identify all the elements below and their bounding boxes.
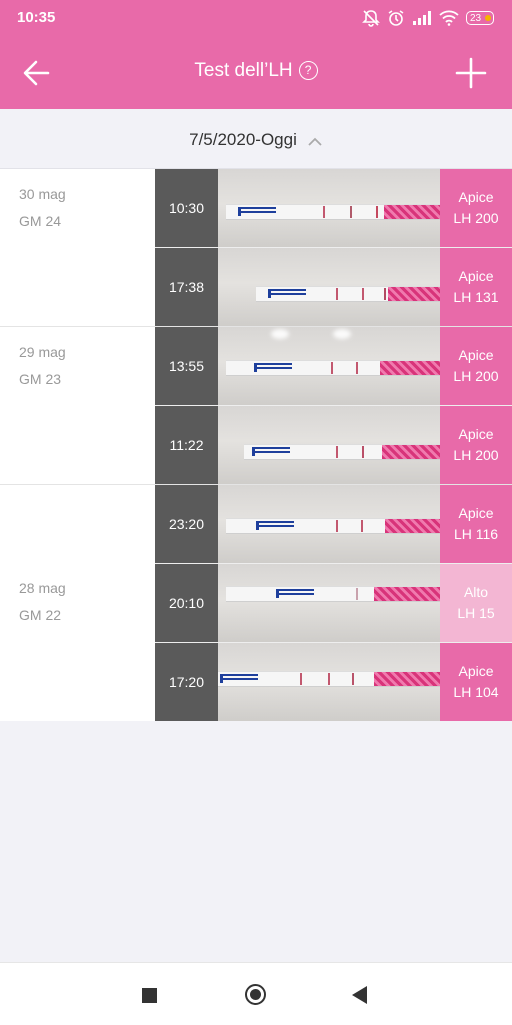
test-result: Apice LH 200 xyxy=(440,169,512,247)
wifi-icon xyxy=(439,10,459,26)
battery-icon: 23 xyxy=(466,11,494,25)
test-row[interactable]: 17:38 Apice LH 131 xyxy=(155,248,512,326)
test-row[interactable]: 20:10 Alto LH 15 xyxy=(155,564,512,643)
test-time: 17:38 xyxy=(155,248,218,326)
result-level: Alto xyxy=(463,584,489,600)
day-group: 29 mag GM 23 13:55 Apice LH 200 11:22 Ap… xyxy=(0,327,512,485)
test-time: 20:10 xyxy=(155,564,218,642)
home-icon[interactable] xyxy=(245,984,266,1005)
mute-icon xyxy=(362,10,380,27)
date-range-label: 7/5/2020-Oggi xyxy=(189,130,297,149)
test-time: 10:30 xyxy=(155,169,218,247)
test-row[interactable]: 11:22 Apice LH 200 xyxy=(155,406,512,484)
date-range-filter[interactable]: 7/5/2020-Oggi xyxy=(0,109,512,169)
test-strip-photo xyxy=(218,169,440,247)
result-lh: LH 200 xyxy=(453,368,499,384)
test-strip-photo xyxy=(218,485,440,563)
test-strip-photo xyxy=(218,564,440,642)
day-cell: 29 mag GM 23 xyxy=(0,327,155,484)
test-result: Apice LH 104 xyxy=(440,643,512,721)
test-list: 30 mag GM 24 10:30 Apice LH 200 17:38 Ap… xyxy=(0,169,512,721)
day-date: 30 mag xyxy=(19,186,66,202)
result-lh: LH 131 xyxy=(453,289,499,305)
test-row[interactable]: 17:20 Apice LH 104 xyxy=(155,643,512,721)
day-date: 28 mag xyxy=(19,580,66,596)
page-title: Test dell’LH xyxy=(194,60,293,81)
day-cell: 28 mag GM 22 xyxy=(0,485,155,721)
day-gm: GM 22 xyxy=(19,607,62,623)
result-level: Apice xyxy=(458,505,494,521)
day-date: 29 mag xyxy=(19,344,66,360)
page-title-wrap: Test dell’LH? xyxy=(0,60,512,82)
test-result: Apice LH 131 xyxy=(440,248,512,326)
day-gm: GM 23 xyxy=(19,371,62,387)
result-lh: LH 15 xyxy=(457,605,495,621)
result-lh: LH 116 xyxy=(453,526,499,542)
test-strip-photo xyxy=(218,248,440,326)
test-strip-photo xyxy=(218,327,440,405)
test-time: 13:55 xyxy=(155,327,218,405)
system-nav-bar xyxy=(0,962,512,1025)
test-row[interactable]: 13:55 Apice LH 200 xyxy=(155,327,512,406)
app-bar: Test dell’LH? xyxy=(0,36,512,109)
test-result: Apice LH 200 xyxy=(440,327,512,405)
test-strip-photo xyxy=(218,643,440,721)
plus-icon[interactable] xyxy=(454,56,488,90)
day-gm: GM 24 xyxy=(19,213,62,229)
result-level: Apice xyxy=(458,268,494,284)
test-strip-photo xyxy=(218,406,440,484)
test-time: 11:22 xyxy=(155,406,218,484)
day-cell: 30 mag GM 24 xyxy=(0,169,155,326)
back-triangle-icon[interactable] xyxy=(352,986,367,1004)
signal-icon xyxy=(413,11,431,25)
result-lh: LH 104 xyxy=(453,684,499,700)
test-time: 17:20 xyxy=(155,643,218,721)
result-level: Apice xyxy=(458,189,494,205)
alarm-icon xyxy=(388,10,404,26)
test-row[interactable]: 10:30 Apice LH 200 xyxy=(155,169,512,248)
status-icons: 23 xyxy=(362,8,494,28)
result-lh: LH 200 xyxy=(453,210,499,226)
result-level: Apice xyxy=(458,663,494,679)
test-result: Alto LH 15 xyxy=(440,564,512,642)
day-group: 30 mag GM 24 10:30 Apice LH 200 17:38 Ap… xyxy=(0,169,512,327)
test-result: Apice LH 200 xyxy=(440,406,512,484)
status-time: 10:35 xyxy=(17,9,56,26)
test-time: 23:20 xyxy=(155,485,218,563)
recents-icon[interactable] xyxy=(142,988,157,1003)
result-lh: LH 200 xyxy=(453,447,499,463)
day-group: 28 mag GM 22 23:20 Apice LH 116 20:10 Al… xyxy=(0,485,512,721)
test-result: Apice LH 116 xyxy=(440,485,512,563)
result-level: Apice xyxy=(458,426,494,442)
help-circle-icon[interactable]: ? xyxy=(298,61,318,80)
result-level: Apice xyxy=(458,347,494,363)
test-row[interactable]: 23:20 Apice LH 116 xyxy=(155,485,512,564)
status-bar: 10:35 23 xyxy=(0,0,512,36)
chevron-up-icon xyxy=(308,137,322,146)
